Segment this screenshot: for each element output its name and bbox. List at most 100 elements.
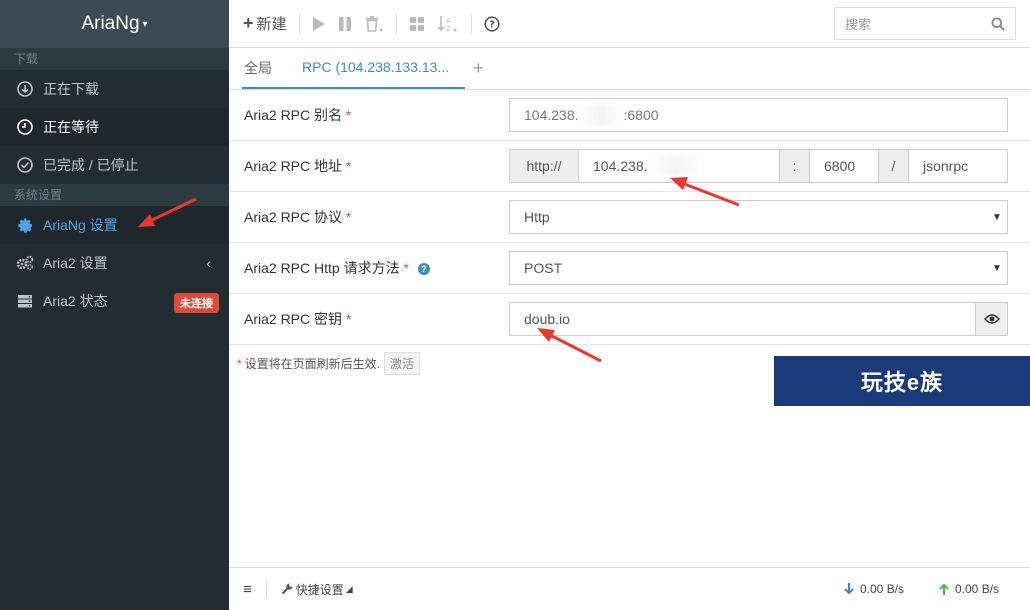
- toolbar: + 新建 AZ ? 搜索: [229, 0, 1030, 48]
- check-circle-icon: [16, 156, 34, 174]
- select-arrow-icon: ▼: [992, 262, 1002, 274]
- rpc-host-value: 104.238.: [593, 158, 648, 174]
- caret-icon: ◢: [345, 583, 353, 594]
- arrow-up-icon: [939, 583, 949, 595]
- start-button[interactable]: [312, 16, 326, 32]
- sidebar-item-aria2-status[interactable]: Aria2 状态 未连接: [0, 282, 229, 320]
- watermark-logo: 玩技e族: [774, 356, 1030, 406]
- quick-settings-label: 快捷设置: [295, 582, 344, 597]
- gear-icon: [16, 216, 34, 234]
- rpc-secret-label: Aria2 RPC 密钥 *: [244, 294, 351, 345]
- rpc-protocol-value: Http: [524, 209, 550, 225]
- rpc-port-input[interactable]: 6800: [810, 150, 879, 182]
- rpc-address-label: Aria2 RPC 地址 *: [244, 141, 351, 192]
- rpc-protocol-label-text: Aria2 RPC 协议: [244, 209, 343, 225]
- show-secret-button[interactable]: [975, 303, 1007, 335]
- eye-icon: [983, 314, 1000, 324]
- clock-icon: [16, 118, 34, 136]
- svg-text:A: A: [446, 17, 451, 25]
- question-circle-icon[interactable]: ?: [417, 263, 430, 276]
- rpc-method-label-text: Aria2 RPC Http 请求方法: [244, 260, 400, 276]
- rpc-host-input[interactable]: 104.238.: [579, 150, 780, 182]
- rpc-protocol-addon: http://: [510, 150, 579, 182]
- sidebar-item-label: 正在等待: [43, 119, 99, 135]
- redacted-blur: [647, 156, 703, 176]
- pause-button[interactable]: [338, 16, 352, 32]
- play-icon: [312, 16, 325, 31]
- new-task-button[interactable]: + 新建: [243, 13, 287, 34]
- delete-button[interactable]: [364, 15, 384, 33]
- pause-icon: [338, 16, 351, 31]
- download-speed-value: 0.00 B/s: [860, 582, 905, 596]
- rpc-alias-label-text: Aria2 RPC 别名: [244, 107, 343, 123]
- arrow-down-icon: [844, 583, 854, 595]
- note-text: 设置将在页面刷新后生效.: [244, 357, 381, 371]
- sort-alpha-icon: AZ: [436, 15, 457, 33]
- note-star: *: [237, 356, 242, 371]
- redacted-blur: [578, 105, 624, 125]
- required-mark: *: [345, 311, 352, 327]
- help-button[interactable]: ?: [483, 15, 500, 32]
- required-mark: *: [345, 107, 352, 123]
- quick-settings-button[interactable]: 快捷设置 ◢: [281, 581, 353, 598]
- search-placeholder: 搜索: [845, 17, 872, 32]
- rpc-address-group: http:// 104.238. : 6800 / jsonrpc: [509, 149, 1008, 183]
- upload-speed-value: 0.00 B/s: [955, 582, 1000, 596]
- sort-button[interactable]: AZ: [436, 15, 459, 33]
- rpc-method-label: Aria2 RPC Http 请求方法 * ?: [244, 243, 430, 294]
- rpc-alias-row: Aria2 RPC 别名 * 104.238. :6800: [229, 90, 1030, 141]
- brand-title: AriaNg: [81, 13, 140, 34]
- sidebar-item-downloading[interactable]: 正在下载: [0, 70, 229, 108]
- question-circle-icon: ?: [483, 15, 500, 32]
- rpc-protocol-select[interactable]: Http ▼: [509, 200, 1008, 234]
- rpc-method-value: POST: [524, 260, 563, 276]
- rpc-method-row: Aria2 RPC Http 请求方法 * ? POST ▼: [229, 243, 1030, 294]
- toolbar-divider: [470, 13, 472, 34]
- sidebar: AriaNg ▾ 下载 正在下载 正在等待 已完成 / 已停止 系统设置 Ari…: [0, 0, 229, 610]
- plus-icon: +: [243, 13, 254, 33]
- add-rpc-tab-button[interactable]: +: [465, 47, 492, 89]
- gears-icon: [16, 254, 34, 272]
- sidebar-item-waiting[interactable]: 正在等待: [0, 108, 229, 146]
- grid-icon: [409, 16, 424, 31]
- rpc-alias-input[interactable]: 104.238. :6800: [509, 98, 1008, 132]
- activate-button[interactable]: 激活: [384, 352, 421, 375]
- sidebar-item-finished[interactable]: 已完成 / 已停止: [0, 146, 229, 184]
- sidebar-item-ariang-settings[interactable]: AriaNg 设置: [0, 206, 229, 244]
- rpc-alias-label: Aria2 RPC 别名 *: [244, 90, 351, 141]
- svg-text:?: ?: [489, 19, 495, 30]
- rpc-alias-value-suffix: :6800: [623, 107, 659, 123]
- toolbar-divider: [395, 13, 397, 34]
- sidebar-item-label: Aria2 设置: [43, 255, 108, 271]
- required-mark: *: [403, 260, 409, 276]
- rpc-slash-addon: /: [879, 150, 909, 182]
- search-input[interactable]: 搜索: [834, 7, 1016, 40]
- rpc-secret-input[interactable]: doub.io: [509, 302, 1008, 336]
- sidebar-item-label: 已完成 / 已停止: [43, 157, 139, 173]
- rpc-colon-addon: :: [780, 150, 810, 182]
- search-icon: [991, 17, 1005, 31]
- sidebar-item-label: AriaNg 设置: [43, 217, 118, 233]
- footer-divider: [265, 580, 267, 598]
- chevron-left-icon: ‹: [206, 255, 211, 271]
- rpc-secret-label-text: Aria2 RPC 密钥: [244, 311, 343, 327]
- brand-menu[interactable]: AriaNg ▾: [0, 0, 229, 48]
- rpc-address-label-text: Aria2 RPC 地址: [244, 158, 343, 174]
- sidebar-item-label: Aria2 状态: [43, 293, 108, 309]
- new-task-label: 新建: [256, 16, 287, 33]
- tab-rpc[interactable]: RPC (104.238.133.13...: [242, 47, 466, 89]
- sidebar-item-aria2-settings[interactable]: Aria2 设置 ‹: [0, 244, 229, 282]
- status-badge: 未连接: [174, 293, 219, 313]
- download-speed: 0.00 B/s: [844, 582, 904, 596]
- settings-tabs: 全局 RPC (104.238.133.13... +: [229, 48, 1030, 90]
- menu-icon[interactable]: ≡: [243, 581, 252, 598]
- rpc-path-input[interactable]: jsonrpc: [909, 150, 1007, 182]
- rpc-method-select[interactable]: POST ▼: [509, 251, 1008, 285]
- server-icon: [16, 292, 34, 310]
- toolbar-divider: [298, 13, 300, 34]
- rpc-secret-row: Aria2 RPC 密钥 * doub.io: [229, 294, 1030, 345]
- wrench-icon: [281, 583, 293, 595]
- rpc-address-row: Aria2 RPC 地址 * http:// 104.238. : 6800 /…: [229, 141, 1030, 192]
- display-mode-button[interactable]: [409, 16, 425, 32]
- settings-note: * 设置将在页面刷新后生效. 激活: [237, 352, 421, 375]
